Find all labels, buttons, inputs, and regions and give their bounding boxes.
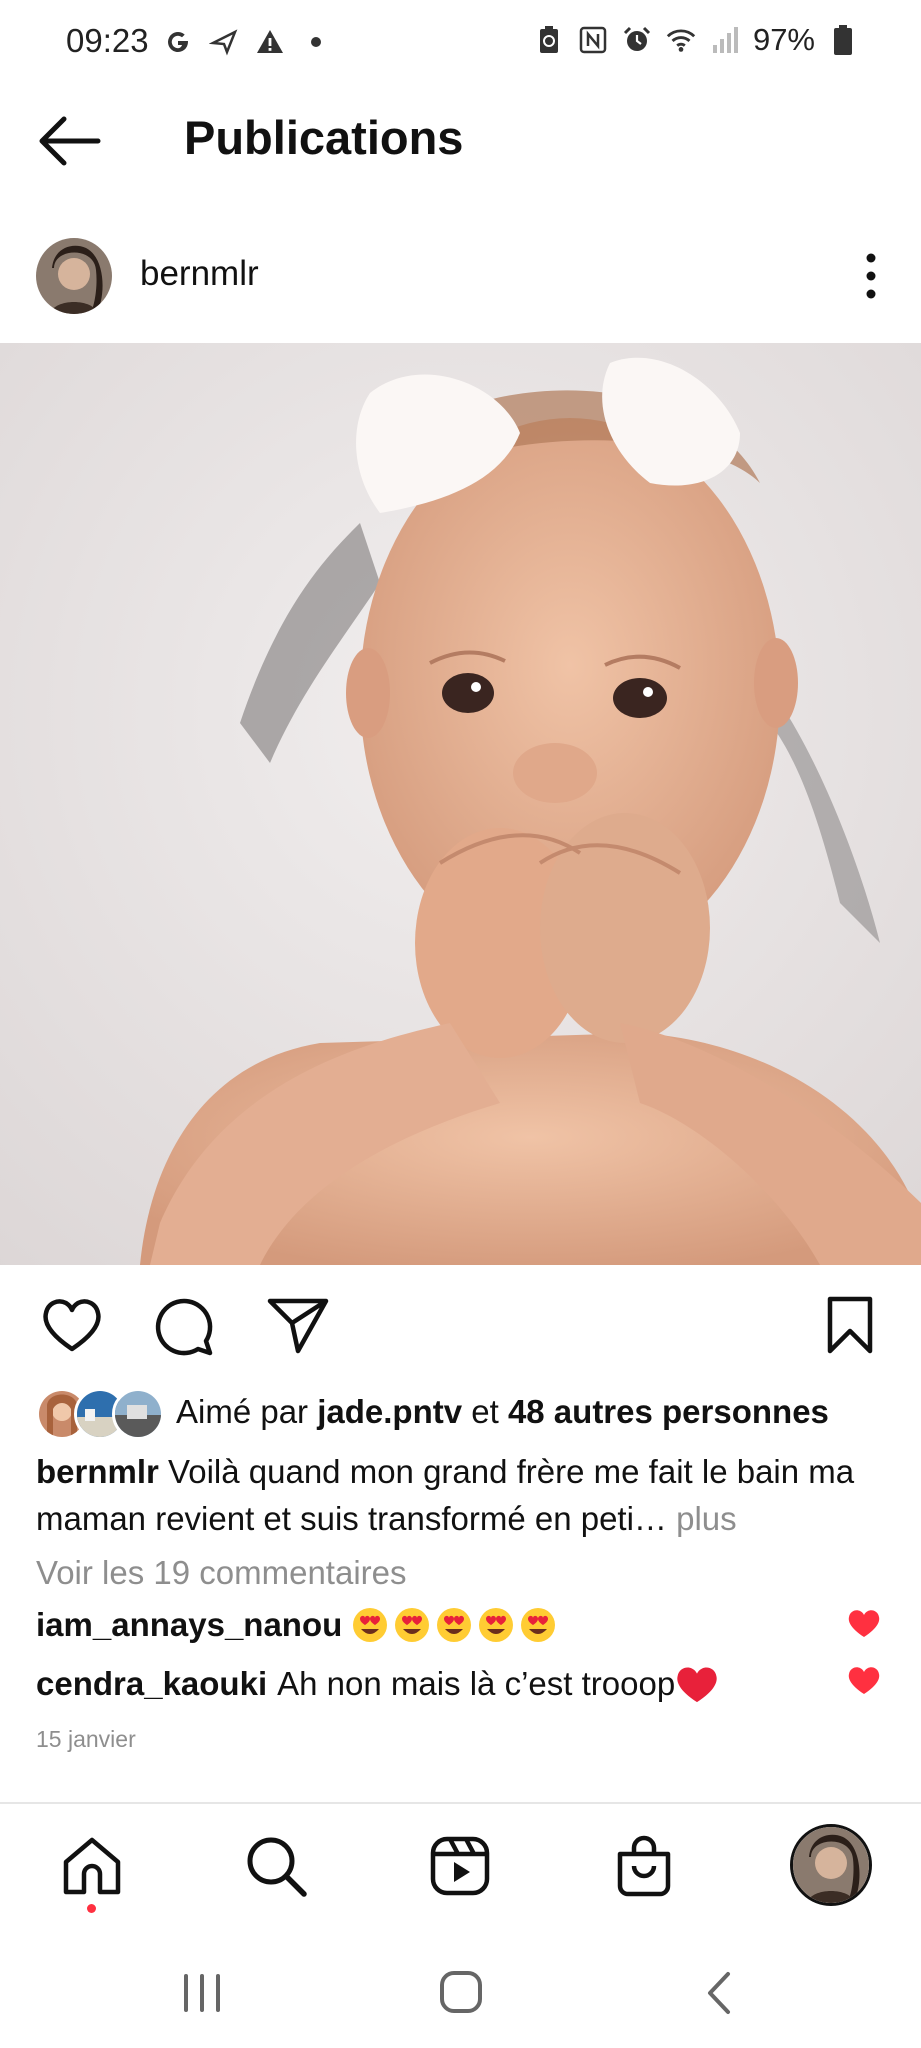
heart-filled-icon bbox=[848, 1610, 880, 1637]
likes-prefix: Aimé par bbox=[176, 1393, 318, 1430]
comment-like-button[interactable] bbox=[847, 1665, 881, 1695]
back-arrow-icon bbox=[39, 116, 101, 166]
home-icon bbox=[63, 1837, 121, 1895]
battery-saver-icon bbox=[533, 24, 565, 56]
home-square-icon bbox=[440, 1971, 482, 2013]
comment-button[interactable] bbox=[152, 1293, 216, 1357]
red-heart-emoji-icon bbox=[677, 1667, 717, 1703]
wifi-icon bbox=[665, 24, 697, 56]
nav-reels[interactable] bbox=[428, 1834, 492, 1898]
liker-avatars bbox=[36, 1388, 164, 1440]
heart-eyes-emoji-icon bbox=[437, 1608, 472, 1642]
nav-profile-avatar[interactable] bbox=[790, 1824, 872, 1906]
signal-icon bbox=[709, 24, 741, 56]
post-caption: bernmlr Voilà quand mon grand frère me f… bbox=[36, 1448, 886, 1542]
nfc-icon bbox=[577, 24, 609, 56]
comment-username[interactable]: iam_annays_nanou bbox=[36, 1606, 342, 1644]
comment-item: iam_annays_nanou bbox=[36, 1606, 562, 1644]
more-options-button[interactable] bbox=[859, 246, 883, 306]
send-icon bbox=[267, 1298, 329, 1354]
heart-icon bbox=[43, 1299, 101, 1352]
heart-eyes-emoji-icon bbox=[521, 1608, 556, 1642]
status-left-icons bbox=[162, 22, 332, 62]
more-vertical-icon bbox=[866, 253, 876, 299]
comment-icon bbox=[155, 1298, 213, 1356]
heart-eyes-emoji-icon bbox=[479, 1608, 514, 1642]
home-system-button[interactable] bbox=[430, 1968, 490, 2018]
post-photo[interactable] bbox=[0, 343, 921, 1265]
comment-username[interactable]: cendra_kaouki bbox=[36, 1665, 267, 1703]
shopping-bag-icon bbox=[617, 1835, 671, 1897]
status-time: 09:23 bbox=[66, 22, 149, 59]
app-header: Publications bbox=[0, 86, 921, 196]
caption-more-link[interactable]: plus bbox=[667, 1500, 737, 1537]
comment-text: Ah non mais là c’est trooop bbox=[277, 1665, 676, 1702]
comment-item: cendra_kaouki Ah non mais là c’est trooo… bbox=[36, 1664, 719, 1704]
back-button[interactable] bbox=[38, 113, 102, 169]
nav-shop[interactable] bbox=[612, 1834, 676, 1898]
bottom-navigation bbox=[0, 1804, 921, 1924]
likes-row[interactable]: Aimé par jade.pntv et 48 autres personne… bbox=[36, 1386, 829, 1440]
heart-filled-icon bbox=[848, 1667, 880, 1694]
recent-apps-icon bbox=[184, 1974, 220, 2012]
post-actions bbox=[0, 1265, 921, 1385]
comment-like-button[interactable] bbox=[847, 1608, 881, 1638]
author-username[interactable]: bernmlr bbox=[140, 254, 259, 294]
post-author-row: bernmlr bbox=[0, 226, 921, 326]
alarm-icon bbox=[621, 24, 653, 56]
likes-others[interactable]: 48 autres personnes bbox=[508, 1393, 829, 1430]
save-button[interactable] bbox=[818, 1293, 882, 1357]
share-button[interactable] bbox=[266, 1293, 330, 1357]
heart-eyes-emoji-icon bbox=[395, 1608, 430, 1642]
heart-eyes-emoji-icon bbox=[353, 1608, 388, 1642]
likes-middle: et bbox=[462, 1393, 508, 1430]
search-icon bbox=[247, 1837, 307, 1897]
status-right: 97% bbox=[533, 22, 859, 58]
nav-search[interactable] bbox=[244, 1834, 308, 1898]
likes-user[interactable]: jade.pntv bbox=[317, 1393, 462, 1430]
chevron-left-icon bbox=[708, 1972, 730, 2014]
likes-text: Aimé par jade.pntv et 48 autres personne… bbox=[176, 1393, 829, 1431]
recent-apps-button[interactable] bbox=[172, 1968, 232, 2018]
like-button[interactable] bbox=[40, 1293, 104, 1357]
system-back-button[interactable] bbox=[690, 1968, 750, 2018]
author-avatar[interactable] bbox=[36, 238, 112, 314]
home-notification-dot bbox=[87, 1904, 96, 1913]
battery-percent: 97% bbox=[752, 22, 815, 57]
battery-icon bbox=[827, 24, 859, 56]
status-bar: 09:23 97% bbox=[0, 0, 921, 86]
caption-author[interactable]: bernmlr bbox=[36, 1453, 159, 1490]
liker-avatar bbox=[112, 1388, 164, 1440]
system-navigation-bar bbox=[0, 1930, 921, 2048]
view-all-comments-link[interactable]: Voir les 19 commentaires bbox=[36, 1554, 407, 1592]
reply-arrow-icon bbox=[208, 26, 240, 58]
google-icon bbox=[162, 26, 194, 58]
page-title: Publications bbox=[184, 111, 464, 164]
warning-icon bbox=[254, 26, 286, 58]
bookmark-icon bbox=[827, 1296, 873, 1354]
reels-icon bbox=[430, 1836, 490, 1896]
dot-icon bbox=[300, 26, 332, 58]
post-date: 15 janvier bbox=[36, 1726, 136, 1752]
nav-home[interactable] bbox=[60, 1834, 124, 1898]
